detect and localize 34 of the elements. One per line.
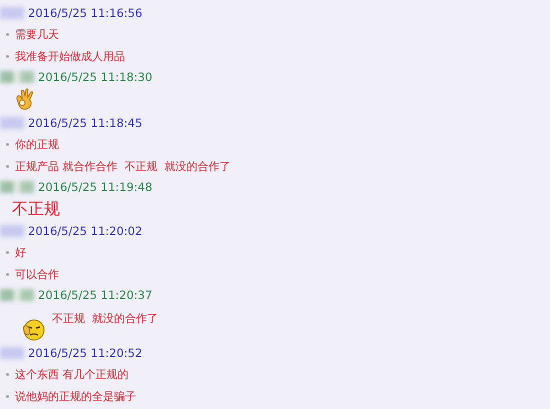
blurred-name	[0, 289, 34, 301]
message-text: 不正规	[12, 198, 60, 220]
bullet-icon	[6, 372, 9, 376]
message-timestamp: 2016/5/25 11:16:56	[28, 6, 142, 20]
message-text: 可以合作	[15, 266, 59, 282]
message-timestamp: 2016/5/25 11:20:37	[38, 288, 152, 302]
message-text: 不正规 就没的合作了	[52, 311, 158, 326]
blurred-name	[0, 347, 24, 359]
bullet-icon	[6, 54, 9, 58]
message-text: 正规产品 就合作合作 不正规 就没的合作了	[15, 158, 230, 174]
bullet-icon	[6, 32, 9, 36]
bullet-icon	[6, 272, 9, 276]
message-text: 这个东西 有几个正规的	[15, 366, 128, 382]
message-timestamp: 2016/5/25 11:18:30	[38, 70, 152, 84]
face-icon	[22, 317, 46, 341]
message-timestamp: 2016/5/25 11:20:02	[28, 224, 142, 238]
bullet-icon	[6, 394, 9, 398]
message-text: 好	[15, 244, 26, 260]
blurred-name	[0, 225, 24, 237]
bullet-icon	[6, 142, 9, 146]
message-text: 你的正规	[15, 136, 59, 152]
ok-hand-icon	[14, 88, 36, 112]
bullet-icon	[6, 164, 9, 168]
message-text: 说他妈的正规的全是骗子	[15, 388, 136, 404]
message-timestamp: 2016/5/25 11:20:52	[28, 346, 142, 360]
message-text: 我准备开始做成人用品	[15, 48, 125, 64]
message-timestamp: 2016/5/25 11:18:45	[28, 116, 142, 130]
bullet-icon	[6, 250, 9, 254]
blurred-name	[0, 71, 34, 83]
blurred-name	[0, 181, 34, 193]
blurred-name	[0, 117, 24, 129]
message-timestamp: 2016/5/25 11:19:48	[38, 180, 152, 194]
message-text: 需要几天	[15, 26, 59, 42]
blurred-name	[0, 7, 24, 19]
